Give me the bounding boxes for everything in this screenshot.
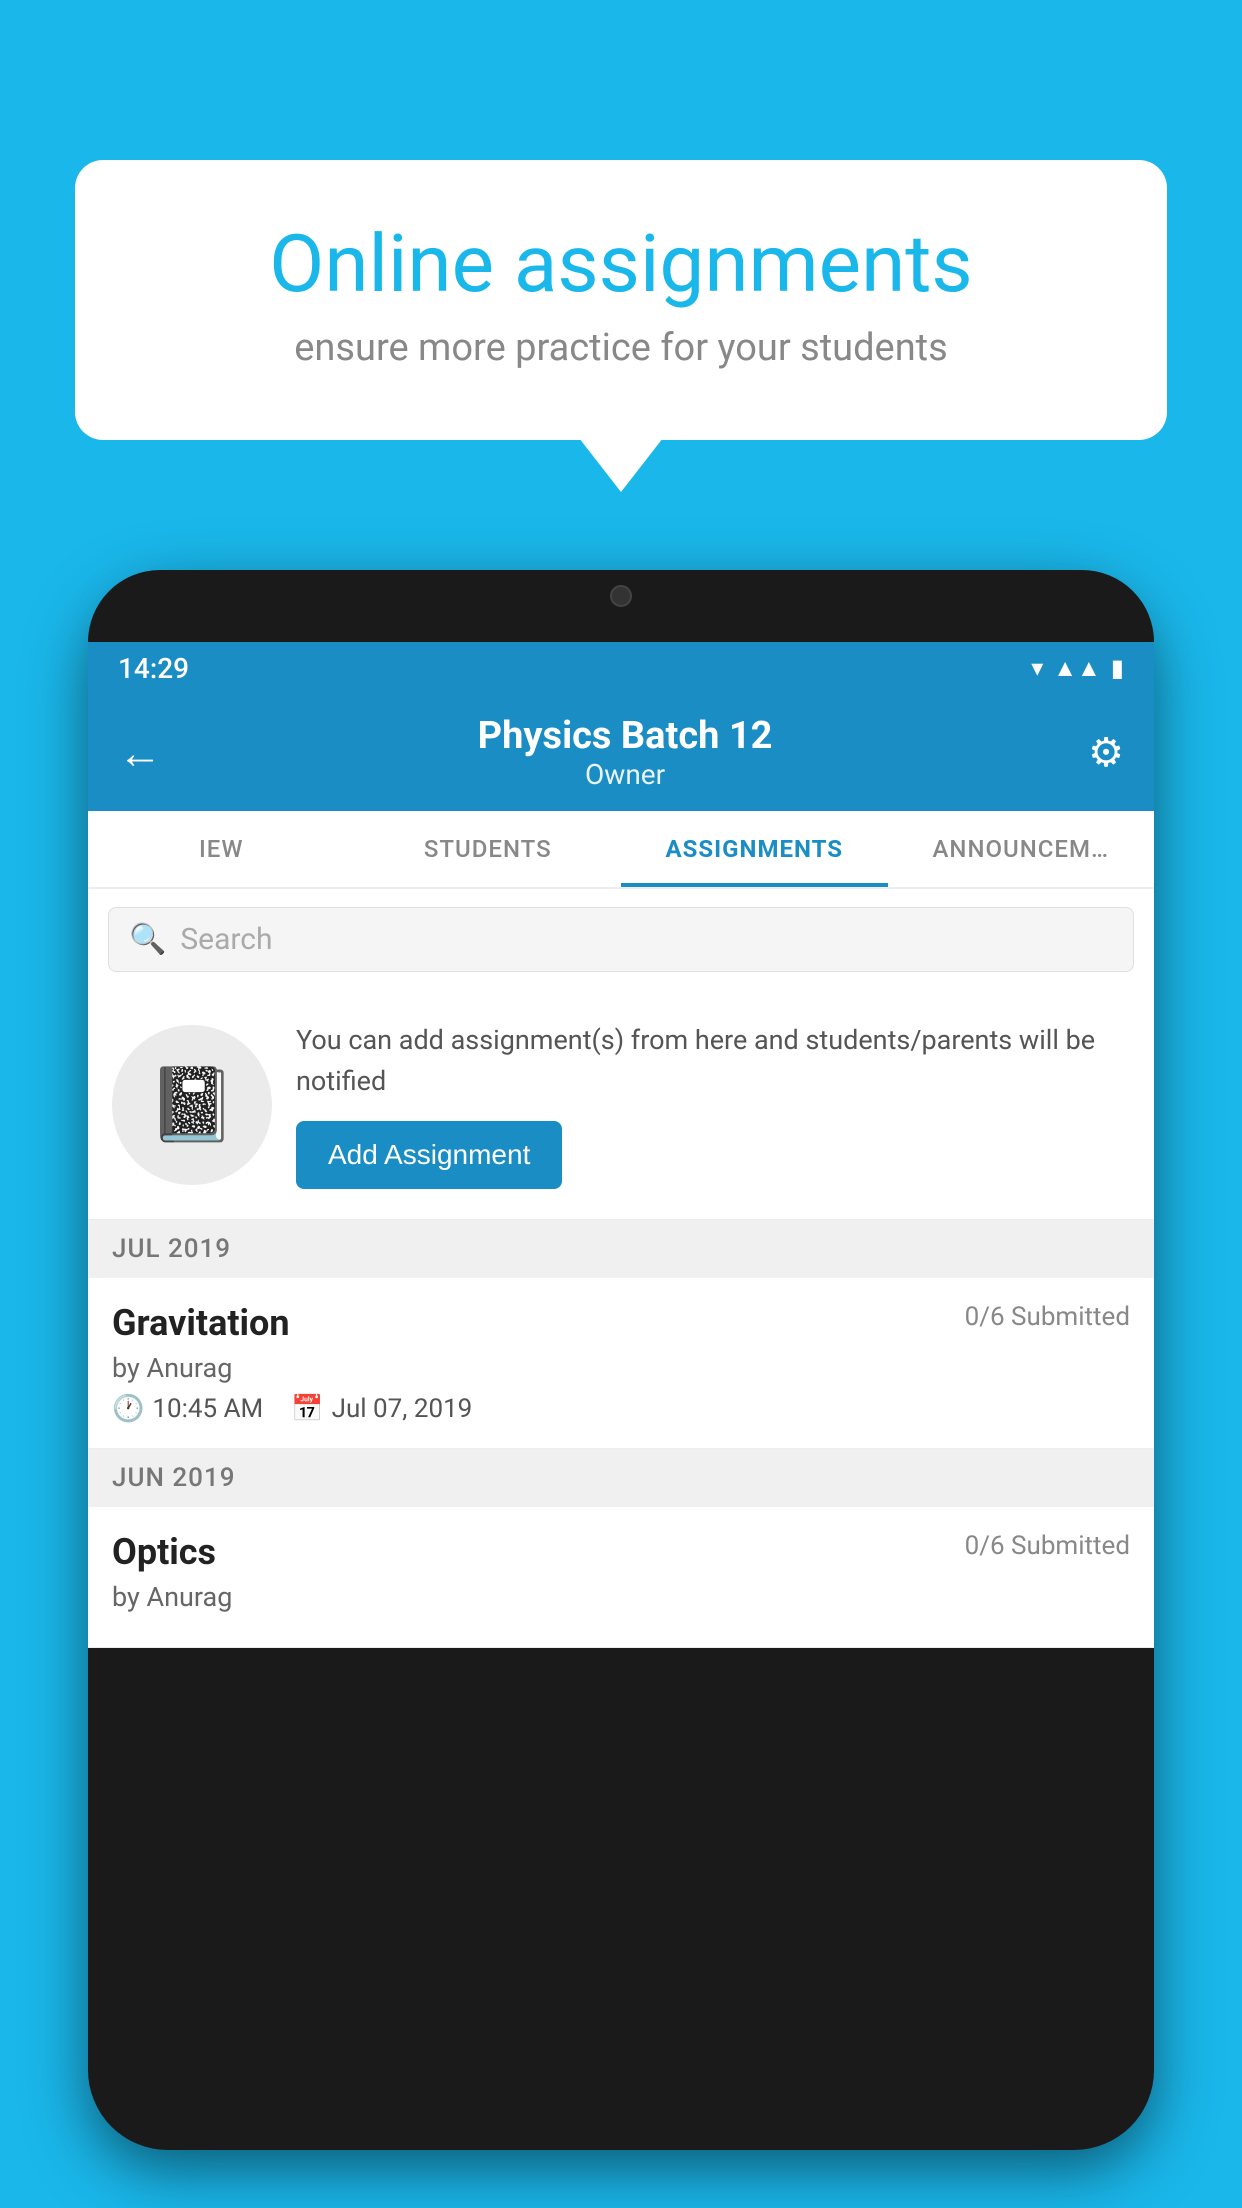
phone-screen: 🔍 Search 📓 You can add assignment(s) fro… — [88, 889, 1154, 1648]
status-time: 14:29 — [118, 652, 189, 685]
assignment-by-gravitation: by Anurag — [112, 1352, 1130, 1384]
assignment-submitted-gravitation: 0/6 Submitted — [965, 1302, 1130, 1332]
app-header: ← Physics Batch 12 Owner ⚙ — [88, 694, 1154, 811]
assignment-date-gravitation: 📅 Jul 07, 2019 — [291, 1394, 472, 1424]
wifi-icon: ▾ — [1031, 654, 1043, 682]
camera-dot — [610, 585, 632, 607]
assignment-name-optics: Optics — [112, 1531, 216, 1573]
assignment-meta-gravitation: 🕐 10:45 AM 📅 Jul 07, 2019 — [112, 1394, 1130, 1424]
settings-icon[interactable]: ⚙ — [1088, 729, 1124, 776]
section-header-jul: JUL 2019 — [88, 1220, 1154, 1278]
assignment-name-gravitation: Gravitation — [112, 1302, 290, 1344]
tabs-bar: IEW STUDENTS ASSIGNMENTS ANNOUNCEM… — [88, 811, 1154, 889]
phone-notch — [521, 570, 721, 622]
notebook-icon: 📓 — [147, 1062, 237, 1147]
search-icon: 🔍 — [129, 922, 166, 957]
speech-bubble: Online assignments ensure more practice … — [75, 160, 1167, 440]
status-bar: 14:29 ▾ ▲▲ ▮ — [88, 642, 1154, 694]
assignment-time-value: 10:45 AM — [152, 1394, 263, 1424]
search-bar-container: 🔍 Search — [88, 889, 1154, 990]
phone-frame: 14:29 ▾ ▲▲ ▮ ← Physics Batch 12 Owner ⚙ … — [88, 570, 1154, 2208]
speech-bubble-container: Online assignments ensure more practice … — [75, 160, 1167, 440]
battery-icon: ▮ — [1111, 654, 1124, 682]
section-header-jun: JUN 2019 — [88, 1449, 1154, 1507]
phone-bottom — [88, 1648, 1154, 1688]
tab-students[interactable]: STUDENTS — [355, 811, 622, 887]
bubble-subtitle: ensure more practice for your students — [155, 326, 1087, 370]
search-bar[interactable]: 🔍 Search — [108, 907, 1134, 972]
assignment-submitted-optics: 0/6 Submitted — [965, 1531, 1130, 1561]
promo-icon-circle: 📓 — [112, 1025, 272, 1185]
tab-assignments[interactable]: ASSIGNMENTS — [621, 811, 888, 887]
tab-iew[interactable]: IEW — [88, 811, 355, 887]
promo-text: You can add assignment(s) from here and … — [296, 1020, 1130, 1101]
back-button[interactable]: ← — [118, 727, 162, 779]
search-placeholder: Search — [180, 922, 272, 957]
promo-content: You can add assignment(s) from here and … — [296, 1020, 1130, 1189]
clock-icon: 🕐 — [112, 1394, 144, 1424]
add-assignment-button[interactable]: Add Assignment — [296, 1121, 562, 1189]
assignment-item-gravitation[interactable]: Gravitation 0/6 Submitted by Anurag 🕐 10… — [88, 1278, 1154, 1449]
assignment-time-gravitation: 🕐 10:45 AM — [112, 1394, 263, 1424]
phone-outer: 14:29 ▾ ▲▲ ▮ ← Physics Batch 12 Owner ⚙ … — [88, 570, 1154, 2150]
calendar-icon: 📅 — [291, 1394, 323, 1424]
signal-icon: ▲▲ — [1053, 654, 1101, 683]
add-assignment-promo: 📓 You can add assignment(s) from here an… — [88, 990, 1154, 1220]
tab-announcements[interactable]: ANNOUNCEM… — [888, 811, 1155, 887]
assignment-by-optics: by Anurag — [112, 1581, 1130, 1613]
header-subtitle: Owner — [478, 758, 773, 791]
phone-top-bar — [88, 570, 1154, 642]
optics-row1: Optics 0/6 Submitted — [112, 1531, 1130, 1573]
status-icons: ▾ ▲▲ ▮ — [1031, 654, 1124, 683]
bubble-title: Online assignments — [155, 220, 1087, 308]
assignment-row1: Gravitation 0/6 Submitted — [112, 1302, 1130, 1344]
header-title: Physics Batch 12 — [478, 714, 773, 758]
assignment-date-value: Jul 07, 2019 — [332, 1394, 473, 1424]
assignment-item-optics[interactable]: Optics 0/6 Submitted by Anurag — [88, 1507, 1154, 1648]
header-center: Physics Batch 12 Owner — [478, 714, 773, 791]
